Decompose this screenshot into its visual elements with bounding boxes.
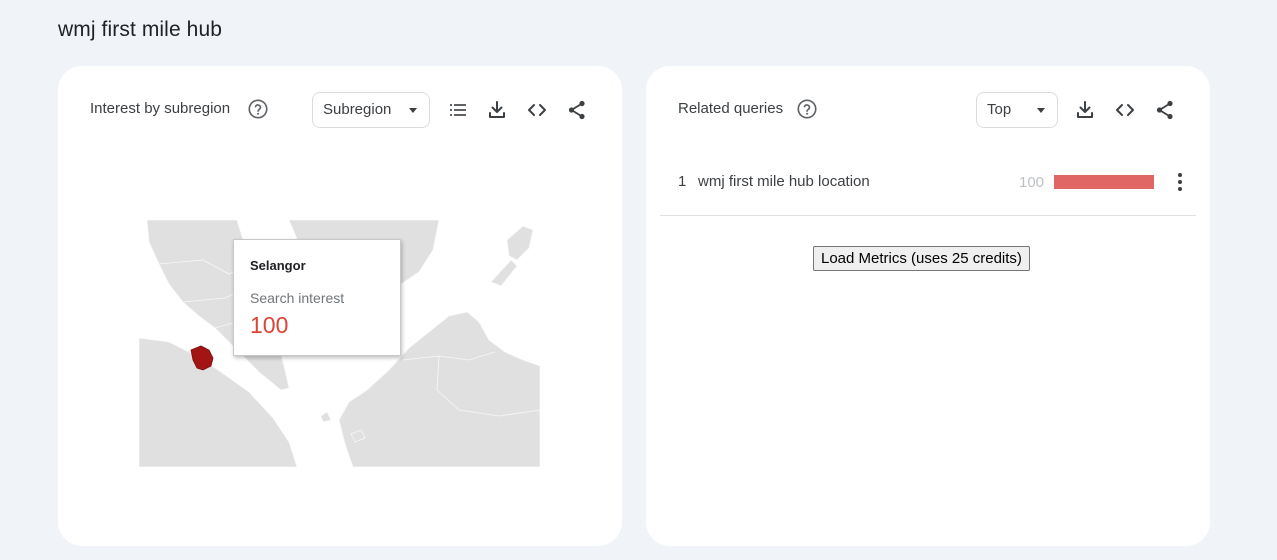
- share-icon[interactable]: [1153, 98, 1177, 122]
- embed-code-icon[interactable]: [1113, 98, 1137, 122]
- list-icon[interactable]: [446, 98, 470, 122]
- card-header: Interest by subregion Subregion: [58, 92, 622, 128]
- query-value: 100: [1019, 174, 1045, 191]
- more-vert-icon[interactable]: [1174, 170, 1186, 194]
- top-select-label: Top: [987, 101, 1012, 118]
- tooltip-region: Selangor: [250, 258, 306, 273]
- download-icon[interactable]: [1073, 98, 1097, 122]
- help-icon[interactable]: [796, 98, 818, 120]
- query-row[interactable]: 1 wmj first mile hub location 100: [660, 154, 1196, 216]
- subregion-select-label: Subregion: [323, 101, 392, 118]
- related-queries-card: Related queries Top 1 wmj first mile hub…: [646, 66, 1210, 546]
- help-icon[interactable]: [247, 98, 269, 120]
- card-title: Interest by subregion: [90, 100, 231, 117]
- query-rank: 1: [678, 173, 687, 190]
- tooltip-value: 100: [250, 312, 289, 338]
- share-icon[interactable]: [565, 98, 589, 122]
- tooltip-metric-label: Search interest: [250, 290, 345, 306]
- load-metrics-button[interactable]: Load Metrics (uses 25 credits): [813, 246, 1030, 271]
- query-bar: [1054, 175, 1154, 189]
- interest-by-subregion-card: Interest by subregion Subregion Selangor…: [58, 66, 622, 546]
- top-rising-select[interactable]: Top: [976, 92, 1058, 128]
- dropdown-caret-icon: [409, 108, 417, 113]
- dropdown-caret-icon: [1037, 108, 1045, 113]
- page-title: wmj first mile hub: [58, 18, 222, 41]
- query-bar-track: [1054, 175, 1154, 189]
- query-text[interactable]: wmj first mile hub location: [698, 173, 870, 190]
- map-tooltip: Selangor Search interest 100: [233, 239, 401, 356]
- download-icon[interactable]: [485, 98, 509, 122]
- subregion-select[interactable]: Subregion: [312, 92, 430, 128]
- card-title: Related queries: [678, 100, 784, 117]
- map-land-palawan: [490, 259, 518, 287]
- map-land-island: [320, 411, 332, 423]
- embed-code-icon[interactable]: [525, 98, 549, 122]
- map-land-philippines: [506, 225, 534, 261]
- card-header: Related queries Top: [646, 92, 1210, 128]
